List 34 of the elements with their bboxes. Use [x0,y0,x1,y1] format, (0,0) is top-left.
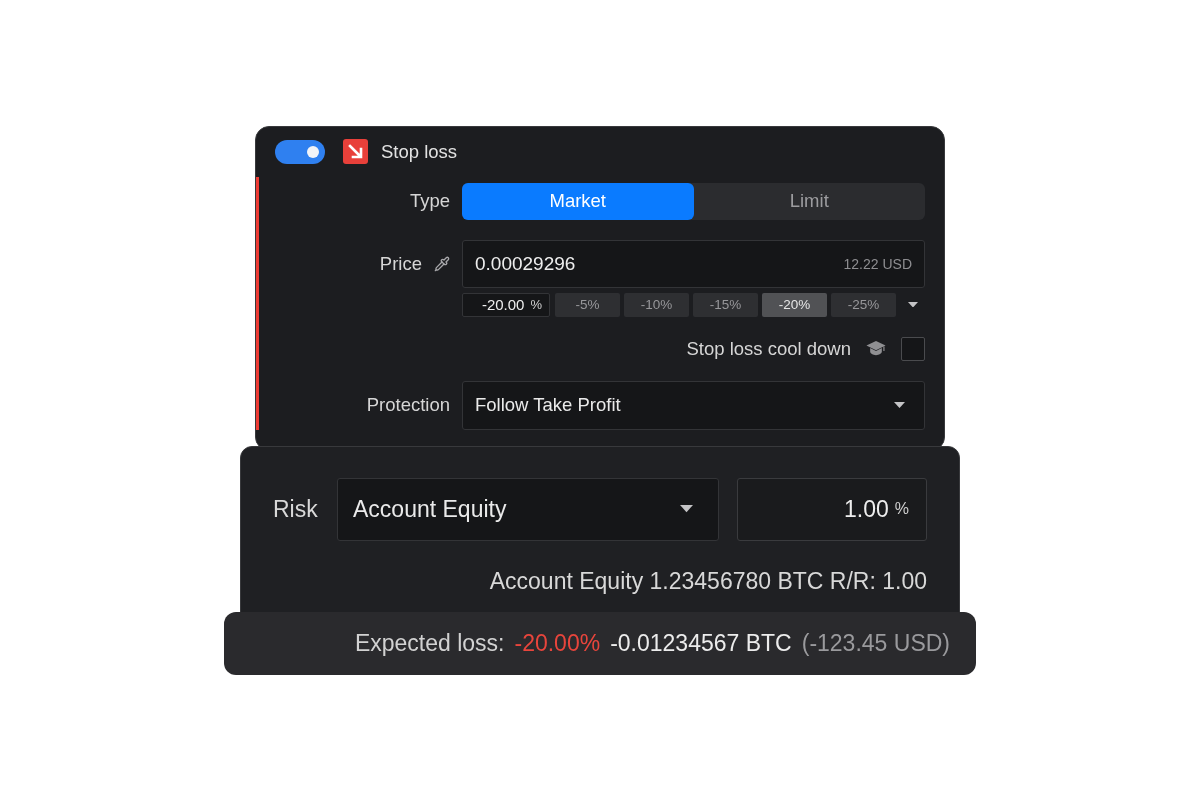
unit-label: % [894,500,909,518]
percent-preset-button[interactable]: -25% [831,292,896,317]
loss-amount: -0.01234567 BTC [610,629,792,657]
caret-icon [894,401,905,408]
toggle-switch[interactable] [275,139,325,164]
field-label: Risk [273,495,319,523]
risk-mode-select[interactable]: Account Equity [337,477,719,541]
protection-select[interactable]: Follow Take Profit [462,380,925,430]
expected-loss-label: Expected loss: [354,629,505,657]
unit-label: % [530,297,542,312]
order-type-tab[interactable]: Market [462,182,694,220]
percent-field[interactable]: -20.00 % [462,292,550,317]
percent-preset-button[interactable]: -5% [555,292,620,317]
graduation-cap-icon[interactable] [866,340,886,357]
option-label: Stop loss cool down [686,337,851,360]
loss-fiat: (-123.45 USD) [801,629,950,657]
percent-preset-button[interactable]: -10% [624,292,689,317]
eyedropper-icon[interactable] [434,255,450,272]
field-label: Price [379,252,422,275]
percent-preset-button[interactable]: -15% [693,292,758,317]
percent-preset-button[interactable]: -20% [762,292,827,317]
equity-summary: Account Equity 1.23456780 BTC R/R: 1.00 [489,567,927,594]
order-type-tab[interactable]: Limit [693,182,925,220]
field-label: Type [409,190,450,212]
loss-percent: -20.00% [514,629,601,657]
arrow-down-right-icon [343,139,368,164]
checkbox[interactable] [901,336,925,361]
panel-title: Stop loss [381,140,458,163]
converted-value: 12.22 USD [843,255,912,272]
risk-value-field[interactable]: 1.00 % [737,477,927,541]
price-field[interactable]: 0.00029296 12.22 USD [462,239,925,288]
caret-icon [680,505,693,513]
caret-icon[interactable] [907,301,918,308]
field-label: Protection [366,394,450,416]
